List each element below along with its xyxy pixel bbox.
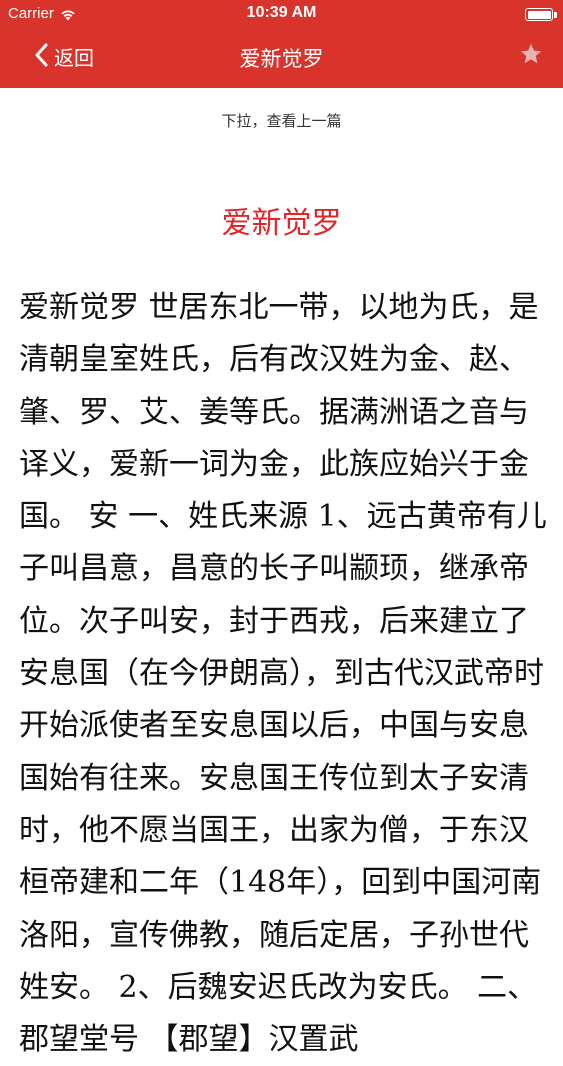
favorite-button[interactable] [519,42,543,66]
star-icon [519,43,543,70]
nav-title: 爱新觉罗 [239,47,324,71]
battery-tip [554,12,557,18]
article-body: 爱新觉罗 世居东北一带，以地为氏，是清朝皇室姓氏，后有改汉姓为金、赵、肇、罗、艾… [19,290,547,1058]
status-time: 10:39 AM [246,4,317,21]
article-title: 爱新觉罗 [221,206,342,241]
pull-to-previous-hint: 下拉，查看上一篇 [221,112,342,130]
battery-level [527,10,551,19]
navigation-bar: 返回 爱新觉罗 [0,30,563,88]
status-bar: Carrier 10:39 AM [0,0,563,30]
battery-icon [525,8,553,21]
top-bar: Carrier 10:39 AM 返回 爱新觉罗 [0,0,563,88]
